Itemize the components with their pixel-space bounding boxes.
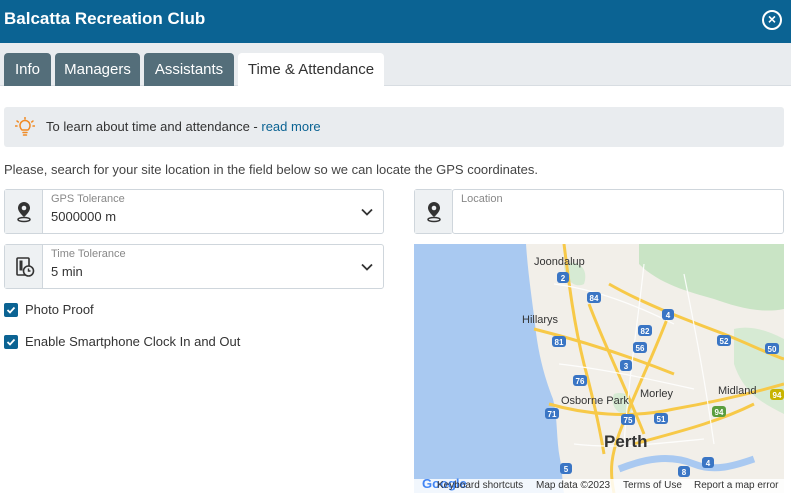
info-banner: To learn about time and attendance - rea… (4, 107, 784, 147)
title-bar: Balcatta Recreation Club × (0, 0, 791, 43)
road-shield: 4 (706, 459, 711, 468)
map-pin-icon (427, 202, 441, 223)
gps-tolerance-select[interactable]: GPS Tolerance 5000000 m (4, 189, 384, 234)
road-shield: 50 (768, 345, 777, 354)
tab-info[interactable]: Info (4, 53, 51, 86)
map-label-joondalup: Joondalup (534, 256, 585, 268)
map-label-perth: Perth (604, 432, 647, 451)
road-shield: 84 (590, 294, 599, 303)
map-canvas[interactable]: Joondalup Hillarys Osborne Park Morley M… (414, 244, 784, 493)
road-shield: 94 (773, 391, 782, 400)
map-attribution: Google Keyboard shortcuts Map data ©2023… (414, 476, 784, 493)
road-shield: 82 (641, 327, 650, 336)
tab-bar: Info Managers Assistants Time & Attendan… (0, 43, 791, 86)
time-tolerance-value: 5 min (51, 264, 83, 279)
map-pin-icon (17, 202, 31, 223)
map-data-text: Map data ©2023 (536, 480, 611, 491)
road-shield: 76 (576, 377, 585, 386)
keyboard-shortcuts-link[interactable]: Keyboard shortcuts (437, 480, 523, 491)
map-label-morley: Morley (640, 388, 674, 400)
tab-time-attendance[interactable]: Time & Attendance (238, 53, 384, 86)
smartphone-clock-label: Enable Smartphone Clock In and Out (25, 334, 241, 349)
checkbox-checked-icon[interactable] (4, 303, 18, 317)
report-map-error-link[interactable]: Report a map error (694, 480, 778, 491)
road-shield: 4 (666, 311, 671, 320)
time-tolerance-icon (16, 257, 35, 277)
map-label-osborne-park: Osborne Park (561, 395, 629, 407)
road-shield: 3 (624, 362, 629, 371)
road-shield: 8 (682, 468, 687, 477)
road-shield: 52 (720, 337, 729, 346)
location-field[interactable]: Location (452, 189, 784, 234)
time-tolerance-select[interactable]: Time Tolerance 5 min (4, 244, 384, 289)
road-shield: 5 (564, 465, 569, 474)
chevron-down-icon (361, 263, 373, 271)
road-shield: 71 (548, 410, 557, 419)
photo-proof-checkbox[interactable]: Photo Proof (4, 302, 204, 320)
tab-managers[interactable]: Managers (55, 53, 140, 86)
road-shield: 56 (636, 344, 645, 353)
close-circle-icon[interactable]: × (762, 10, 782, 30)
lightbulb-icon (15, 117, 35, 136)
photo-proof-label: Photo Proof (25, 302, 94, 317)
map-label-midland: Midland (718, 385, 757, 397)
tab-assistants[interactable]: Assistants (144, 53, 234, 86)
read-more-link[interactable]: read more (261, 119, 320, 134)
road-shield: 81 (555, 338, 564, 347)
instruction-text: Please, search for your site location in… (4, 162, 539, 177)
road-shield: 94 (715, 408, 724, 417)
location-icon-cell (414, 189, 453, 234)
terms-of-use-link[interactable]: Terms of Use (623, 480, 682, 491)
window-title: Balcatta Recreation Club (4, 9, 206, 28)
gps-tolerance-value: 5000000 m (51, 209, 117, 224)
gps-tolerance-label: GPS Tolerance (51, 193, 125, 205)
smartphone-clock-checkbox[interactable]: Enable Smartphone Clock In and Out (4, 334, 304, 352)
map-view[interactable]: Joondalup Hillarys Osborne Park Morley M… (414, 244, 784, 493)
road-shield: 75 (624, 416, 633, 425)
checkbox-checked-icon[interactable] (4, 335, 18, 349)
chevron-down-icon (361, 208, 373, 216)
time-tolerance-label: Time Tolerance (51, 248, 126, 260)
map-label-hillarys: Hillarys (522, 314, 559, 326)
road-shield: 51 (657, 415, 666, 424)
info-text: To learn about time and attendance - rea… (46, 119, 321, 134)
road-shield: 2 (561, 274, 566, 283)
location-input[interactable] (453, 190, 783, 233)
